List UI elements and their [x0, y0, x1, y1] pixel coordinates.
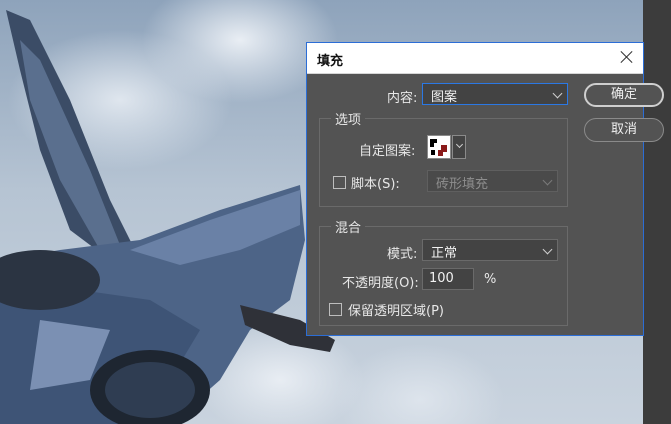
dialog-titlebar: 填充: [307, 43, 643, 74]
mode-label: 模式:: [387, 247, 418, 262]
ok-button[interactable]: 确定: [584, 83, 664, 107]
options-group: [319, 118, 568, 207]
mode-select[interactable]: 正常: [422, 239, 558, 261]
chevron-down-icon: [552, 88, 563, 99]
script-label: 脚本(S):: [351, 177, 400, 192]
opacity-unit: %: [484, 272, 497, 287]
opacity-input[interactable]: 100: [422, 268, 474, 290]
chevron-down-icon: [455, 140, 464, 149]
script-select-value: 砖形填充: [436, 177, 489, 192]
content-select-value: 图案: [431, 90, 458, 105]
dialog-title: 填充: [317, 54, 344, 69]
pattern-picker-dropdown[interactable]: [452, 135, 466, 159]
fill-dialog: 填充 内容: 图案 确定 取消 选项 自定图案: 脚本(S): 砖形填充 混合 …: [306, 42, 664, 336]
custom-pattern-label: 自定图案:: [359, 144, 416, 159]
mode-select-value: 正常: [431, 246, 458, 261]
preserve-transparency-checkbox[interactable]: [329, 303, 342, 316]
content-select[interactable]: 图案: [422, 83, 568, 105]
options-group-title: 选项: [331, 109, 366, 128]
content-label: 内容:: [387, 91, 418, 106]
close-icon[interactable]: [619, 49, 635, 65]
pattern-swatch[interactable]: [427, 135, 451, 159]
blend-group-title: 混合: [331, 217, 366, 236]
pattern-preview-icon: [428, 136, 450, 158]
chevron-down-icon: [542, 244, 553, 255]
preserve-transparency-label: 保留透明区域(P): [348, 304, 444, 319]
opacity-label: 不透明度(O):: [342, 276, 419, 291]
panel-edge: [643, 0, 671, 424]
chevron-down-icon: [542, 175, 553, 186]
script-select[interactable]: 砖形填充: [427, 170, 558, 192]
cancel-button[interactable]: 取消: [584, 118, 664, 142]
script-checkbox[interactable]: [333, 176, 346, 189]
